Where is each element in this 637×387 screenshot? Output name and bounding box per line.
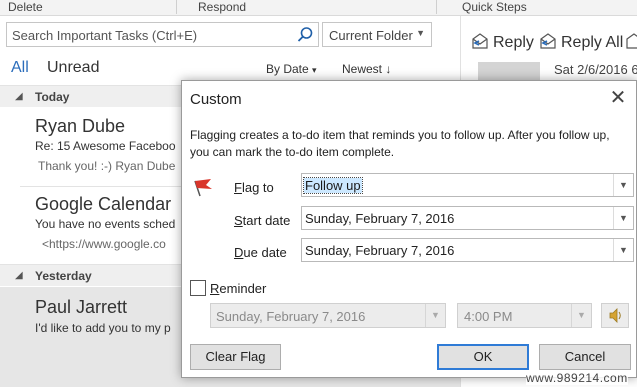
- chevron-down-icon: ▼: [425, 304, 445, 327]
- search-scope-value: Current Folder: [329, 28, 413, 43]
- sort-by-dropdown[interactable]: By Date ▾: [266, 62, 317, 76]
- watermark: www.989214.com: [526, 371, 628, 385]
- chevron-down-icon[interactable]: ▼: [613, 239, 633, 261]
- reply-all-button[interactable]: Reply All: [538, 32, 623, 52]
- search-placeholder: Search Important Tasks (Ctrl+E): [12, 28, 198, 43]
- message-date: Sat 2/6/2016 6: [554, 62, 637, 77]
- reminder-date-combobox: Sunday, February 7, 2016 ▼: [210, 303, 446, 328]
- chevron-down-icon[interactable]: ▼: [613, 207, 633, 229]
- reply-button[interactable]: Reply: [470, 32, 534, 52]
- label-text: lag to: [241, 180, 274, 195]
- caret-down-icon: ▾: [312, 65, 317, 75]
- flag-to-combobox[interactable]: Follow up ▼: [301, 173, 634, 197]
- message-subject: You have no events sched: [35, 217, 176, 231]
- access-key: F: [234, 180, 242, 195]
- due-date-combobox[interactable]: Sunday, February 7, 2016 ▼: [301, 238, 634, 262]
- message-subject: Re: 15 Awesome Faceboo: [35, 139, 176, 153]
- cancel-button[interactable]: Cancel: [539, 344, 631, 370]
- sort-order-toggle[interactable]: Newest ↓: [342, 62, 391, 76]
- flag-to-label: Flag to: [234, 180, 274, 195]
- message-sender: Ryan Dube: [35, 116, 126, 136]
- sort-by-label: By Date: [266, 62, 309, 76]
- message-sender: Paul Jarrett: [35, 297, 128, 317]
- dialog-description: Flagging creates a to-do item that remin…: [190, 128, 610, 159]
- reply-all-icon: [540, 33, 556, 49]
- sort-order-label: Newest: [342, 62, 383, 76]
- ok-button[interactable]: OK: [437, 344, 529, 370]
- tab-all[interactable]: All: [11, 59, 29, 77]
- ribbon-divider: [176, 0, 177, 14]
- reminder-label[interactable]: Reminder: [210, 281, 266, 296]
- reminder-sound-button: [601, 303, 629, 328]
- clear-flag-button[interactable]: Clear Flag: [190, 344, 281, 370]
- chevron-down-icon: ▼: [571, 304, 591, 327]
- chevron-down-icon[interactable]: ▼: [613, 174, 633, 196]
- arrow-down-icon: ↓: [385, 62, 392, 76]
- message-preview: Thank you! :-) Ryan Dube: [38, 159, 176, 173]
- speaker-icon: [609, 308, 621, 323]
- flag-to-value: Follow up: [303, 177, 363, 194]
- due-date-value: Sunday, February 7, 2016: [305, 243, 455, 258]
- ribbon-group-quick-steps: Quick Steps: [462, 0, 527, 14]
- reply-label: Reply: [493, 34, 534, 51]
- ribbon-group-respond: Respond: [198, 0, 247, 14]
- reminder-time-value: 4:00 PM: [464, 309, 513, 324]
- tab-unread[interactable]: Unread: [47, 59, 99, 77]
- start-date-combobox[interactable]: Sunday, February 7, 2016 ▼: [301, 206, 634, 230]
- access-key: R: [210, 281, 220, 296]
- chevron-down-icon: ▼: [416, 28, 425, 38]
- collapse-triangle-icon[interactable]: ◢: [15, 270, 23, 281]
- ribbon-divider: [436, 0, 437, 14]
- group-label: Today: [35, 90, 70, 104]
- message-subject: I'd like to add you to my p: [35, 321, 171, 335]
- collapse-triangle-icon[interactable]: ◢: [15, 91, 23, 102]
- forward-button[interactable]: [624, 32, 637, 52]
- start-date-label: Start date: [234, 213, 290, 228]
- search-icon[interactable]: [296, 26, 314, 44]
- access-key: D: [234, 245, 244, 260]
- label-text: eminder: [219, 281, 267, 296]
- search-scope-dropdown[interactable]: Current Folder ▼: [322, 22, 432, 47]
- group-label: Yesterday: [35, 269, 92, 283]
- reminder-time-combobox: 4:00 PM ▼: [457, 303, 592, 328]
- start-date-value: Sunday, February 7, 2016: [305, 211, 455, 226]
- flag-icon: [194, 179, 212, 197]
- access-key: S: [234, 213, 243, 228]
- due-date-label: Due date: [234, 245, 287, 260]
- ribbon-group-delete: Delete: [8, 0, 43, 14]
- message-sender: Google Calendar: [35, 194, 172, 214]
- label-text: ue date: [243, 245, 287, 260]
- custom-flag-dialog: Custom ✕ Flagging creates a to-do item t…: [181, 80, 637, 378]
- reply-icon: [472, 33, 488, 49]
- forward-icon: [626, 33, 637, 49]
- close-icon[interactable]: ✕: [607, 87, 629, 109]
- search-input[interactable]: Search Important Tasks (Ctrl+E): [6, 22, 319, 47]
- reminder-date-value: Sunday, February 7, 2016: [216, 309, 366, 324]
- ribbon-group-labels: Delete Respond Quick Steps: [0, 0, 637, 16]
- message-preview: <https://www.google.co: [42, 237, 166, 251]
- reminder-checkbox[interactable]: [190, 280, 206, 296]
- dialog-title: Custom: [190, 91, 242, 108]
- reply-all-label: Reply All: [561, 34, 624, 51]
- label-text: tart date: [242, 213, 291, 228]
